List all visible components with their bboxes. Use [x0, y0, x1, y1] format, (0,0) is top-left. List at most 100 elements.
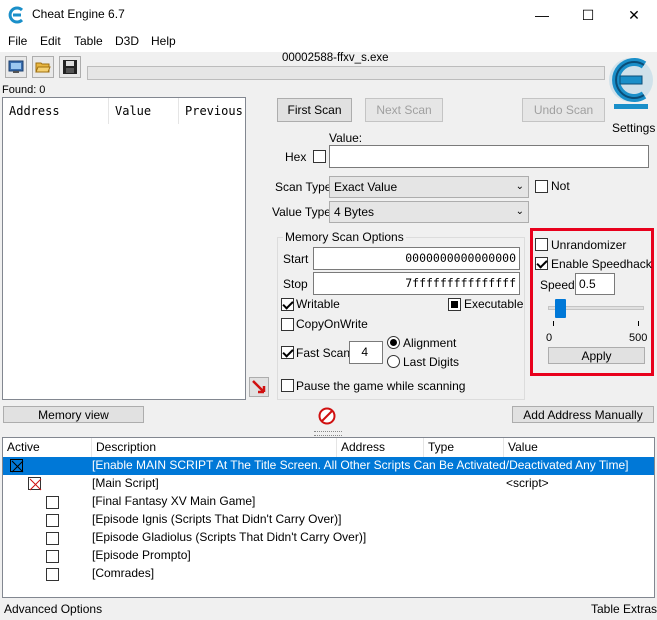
process-name: 00002588-ffxv_s.exe: [282, 52, 389, 64]
copyonwrite-checkbox[interactable]: [281, 318, 294, 331]
minimize-button[interactable]: —: [519, 0, 565, 30]
menu-d3d[interactable]: D3D: [115, 34, 139, 48]
table-row[interactable]: [Enable MAIN SCRIPT At The Title Screen.…: [3, 457, 654, 475]
unrandomizer-checkbox[interactable]: [535, 238, 548, 251]
settings-label[interactable]: Settings: [612, 121, 655, 135]
value-type-select[interactable]: 4 Bytes ⌄: [329, 201, 529, 223]
speed-label: Speed: [540, 278, 575, 292]
red-arrow-icon: [252, 380, 266, 394]
table-row[interactable]: [Comrades]: [3, 565, 654, 583]
scan-type-label: Scan Type: [275, 180, 332, 194]
column-active[interactable]: Active: [3, 438, 92, 457]
writable-checkbox[interactable]: [281, 298, 294, 311]
column-address[interactable]: Address: [3, 98, 109, 124]
maximize-button[interactable]: ☐: [565, 0, 611, 30]
stop-label: Stop: [283, 277, 308, 291]
row-description: [Episode Ignis (Scripts That Didn't Carr…: [92, 512, 342, 526]
first-scan-button[interactable]: First Scan: [277, 98, 352, 122]
row-description: [Final Fantasy XV Main Game]: [92, 494, 256, 508]
executable-label: Executable: [464, 297, 524, 311]
menu-file[interactable]: File: [8, 34, 27, 48]
undo-scan-button[interactable]: Undo Scan: [522, 98, 605, 122]
close-button[interactable]: ✕: [611, 0, 657, 30]
floppy-disk-icon: [63, 60, 77, 74]
splitter-grip[interactable]: [314, 431, 342, 436]
add-address-manually-button[interactable]: Add Address Manually: [512, 406, 654, 423]
computer-icon: [8, 60, 24, 73]
enable-speedhack-checkbox[interactable]: [535, 257, 548, 270]
active-checkbox[interactable]: [10, 459, 24, 473]
cheat-engine-app-icon[interactable]: [8, 6, 26, 24]
last-digits-radio[interactable]: [387, 355, 400, 368]
menu-help[interactable]: Help: [151, 34, 176, 48]
speed-slider-ticks: [548, 321, 644, 327]
start-label: Start: [283, 252, 309, 266]
not-label: Not: [551, 179, 570, 193]
alignment-radio[interactable]: [387, 336, 400, 349]
table-extras-link[interactable]: Table Extras: [591, 602, 657, 616]
fastscan-checkbox[interactable]: [281, 346, 294, 359]
value-label: Value:: [329, 131, 363, 145]
active-checkbox[interactable]: [46, 514, 59, 527]
select-process-button[interactable]: [5, 56, 27, 78]
not-checkbox[interactable]: [535, 180, 548, 193]
save-file-button[interactable]: [59, 56, 81, 78]
fastscan-alignment-input[interactable]: 4: [349, 341, 383, 364]
table-row[interactable]: [Episode Prompto]: [3, 547, 654, 565]
column-type[interactable]: Type: [424, 438, 504, 457]
cross-icon: [29, 478, 42, 491]
row-description: [Episode Prompto]: [92, 548, 191, 562]
unrandomizer-label: Unrandomizer: [551, 238, 627, 252]
apply-speed-button[interactable]: Apply: [548, 347, 645, 364]
copyonwrite-label: CopyOnWrite: [296, 317, 368, 331]
row-value: <script>: [506, 476, 549, 490]
next-scan-button[interactable]: Next Scan: [365, 98, 443, 122]
column-value[interactable]: Value: [504, 438, 654, 457]
add-to-list-button[interactable]: [249, 377, 269, 397]
cheat-table[interactable]: Active Description Address Type Value [E…: [2, 437, 655, 598]
open-file-button[interactable]: [32, 56, 54, 78]
found-address-list[interactable]: Address Value Previous: [2, 97, 246, 400]
menu-table[interactable]: Table: [74, 34, 103, 48]
stop-address-input[interactable]: 7fffffffffffffff: [313, 272, 520, 295]
speed-slider-thumb[interactable]: [555, 299, 567, 318]
active-checkbox[interactable]: [46, 532, 59, 545]
value-input[interactable]: [329, 145, 649, 168]
pause-game-label: Pause the game while scanning: [296, 379, 466, 393]
row-description: [Comrades]: [92, 566, 155, 580]
start-address-input[interactable]: 0000000000000000: [313, 247, 520, 270]
menu-edit[interactable]: Edit: [40, 34, 61, 48]
memory-view-button[interactable]: Memory view: [3, 406, 144, 423]
chevron-down-icon: ⌄: [515, 206, 524, 217]
pause-game-checkbox[interactable]: [281, 379, 294, 392]
chevron-down-icon: ⌄: [515, 181, 524, 192]
active-checkbox[interactable]: [46, 550, 59, 563]
speed-input[interactable]: 0.5: [575, 273, 615, 295]
table-row[interactable]: [Episode Gladiolus (Scripts That Didn't …: [3, 529, 654, 547]
active-checkbox[interactable]: [46, 496, 59, 509]
active-checkbox[interactable]: [46, 568, 59, 581]
slider-max-label: 500: [629, 332, 648, 344]
executable-checkbox[interactable]: [448, 298, 461, 311]
column-description[interactable]: Description: [92, 438, 337, 457]
column-value[interactable]: Value: [109, 98, 179, 124]
advanced-options-link[interactable]: Advanced Options: [4, 602, 102, 616]
stop-icon[interactable]: [318, 407, 336, 425]
enable-speedhack-label: Enable Speedhack: [551, 257, 652, 271]
folder-open-icon: [35, 62, 51, 73]
active-checkbox[interactable]: [28, 477, 42, 491]
alignment-label: Alignment: [403, 336, 457, 350]
cheat-engine-logo-icon[interactable]: [608, 50, 654, 120]
table-row[interactable]: [Main Script] <script>: [3, 475, 654, 493]
writable-label: Writable: [296, 297, 340, 311]
hex-checkbox[interactable]: [313, 150, 326, 163]
table-row[interactable]: [Final Fantasy XV Main Game]: [3, 493, 654, 511]
scan-progress-bar: [87, 66, 605, 80]
column-previous[interactable]: Previous: [179, 98, 245, 124]
scan-type-value: Exact Value: [334, 180, 398, 194]
row-description: [Enable MAIN SCRIPT At The Title Screen.…: [92, 458, 629, 472]
scan-type-select[interactable]: Exact Value ⌄: [329, 176, 529, 198]
row-description: [Main Script]: [92, 476, 159, 490]
column-address[interactable]: Address: [337, 438, 424, 457]
table-row[interactable]: [Episode Ignis (Scripts That Didn't Carr…: [3, 511, 654, 529]
